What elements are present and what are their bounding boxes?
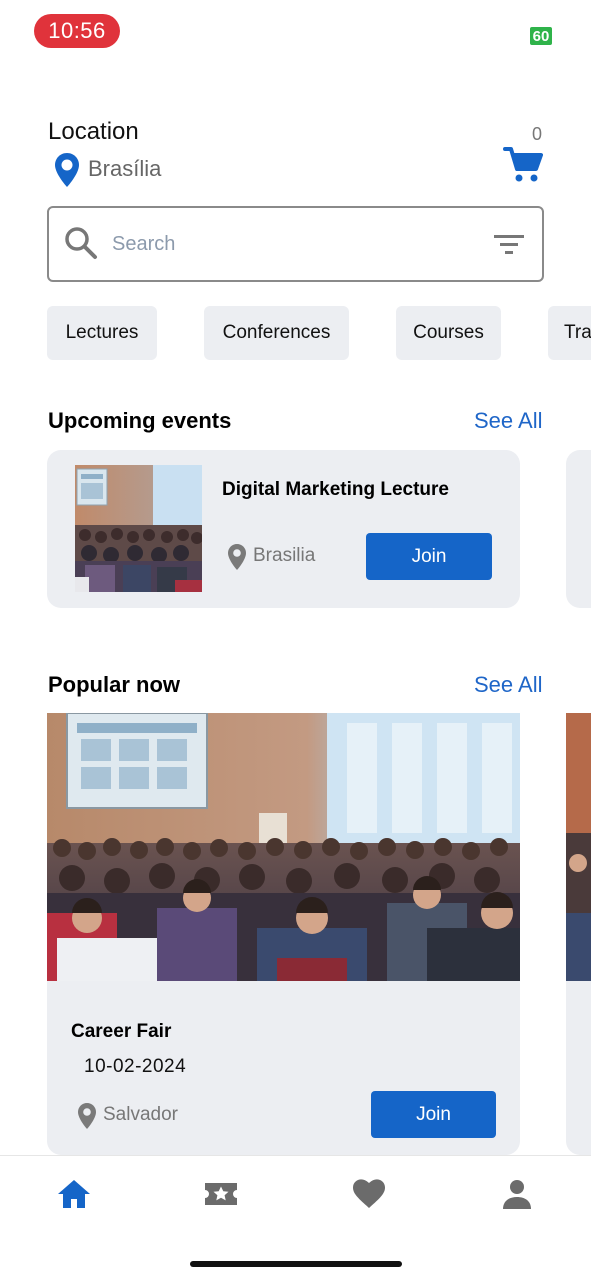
status-time: 10:56 (34, 14, 120, 48)
ticket-icon[interactable] (203, 1176, 239, 1212)
location-label: Location (48, 118, 139, 145)
map-pin-icon (54, 152, 80, 188)
category-chip-lectures[interactable]: Lectures (47, 306, 157, 360)
heart-icon[interactable] (351, 1176, 387, 1212)
map-pin-icon (227, 543, 247, 571)
event-image (47, 713, 520, 981)
search-icon (64, 226, 98, 260)
home-indicator (190, 1261, 402, 1267)
popular-now-title: Popular now (48, 672, 180, 697)
upcoming-event-card-next[interactable] (566, 450, 591, 608)
popular-event-date: 10-02-2024 (84, 1056, 187, 1077)
event-image-next (566, 713, 591, 981)
upcoming-events-title: Upcoming events (48, 408, 232, 433)
upcoming-see-all-link[interactable]: See All (474, 408, 543, 434)
category-chip-courses[interactable]: Courses (396, 306, 501, 360)
battery-indicator: 60 (530, 27, 552, 45)
search-input[interactable] (112, 224, 472, 264)
category-chip-conferences[interactable]: Conferences (204, 306, 349, 360)
popular-event-title: Career Fair (71, 1021, 172, 1042)
cart-count-badge: 0 (532, 124, 543, 144)
home-icon[interactable] (56, 1176, 92, 1212)
upcoming-event-city: Brasilia (253, 545, 316, 566)
category-chip-partial[interactable]: Tra (548, 306, 591, 360)
shopping-cart-icon[interactable] (503, 146, 543, 184)
popular-see-all-link[interactable]: See All (474, 672, 543, 698)
upcoming-join-button[interactable]: Join (366, 533, 492, 580)
profile-icon[interactable] (499, 1176, 535, 1212)
event-thumbnail (75, 465, 202, 592)
map-pin-icon (77, 1102, 97, 1130)
popular-join-button[interactable]: Join (371, 1091, 496, 1138)
popular-event-city: Salvador (103, 1104, 178, 1125)
location-city[interactable]: Brasília (88, 156, 161, 182)
filter-icon[interactable] (493, 232, 525, 258)
upcoming-event-title: Digital Marketing Lecture (222, 479, 449, 500)
